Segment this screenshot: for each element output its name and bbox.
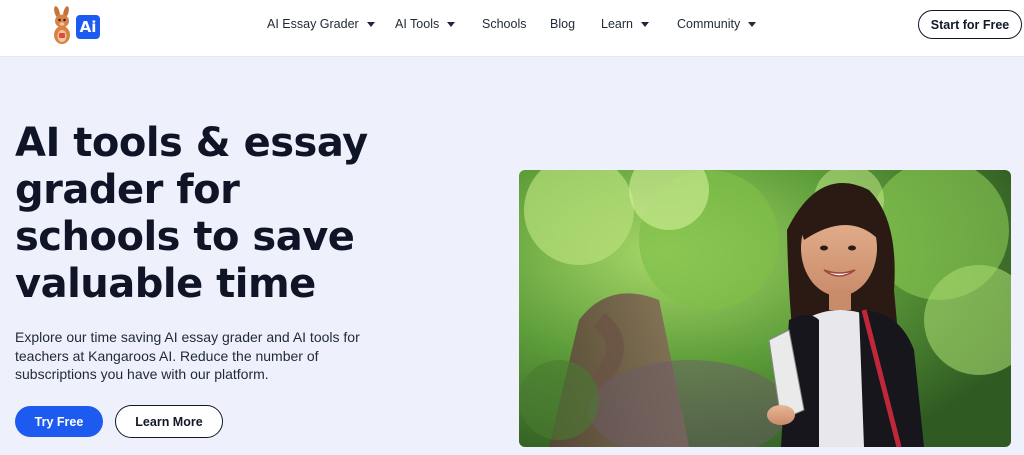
chevron-down-icon: [366, 22, 375, 27]
nav-item-ai-essay-grader[interactable]: AI Essay Grader: [267, 17, 375, 31]
nav-item-label: AI Tools: [395, 17, 440, 31]
nav-item-schools[interactable]: Schools: [482, 17, 526, 31]
kangaroo-mascot-icon: [54, 6, 70, 44]
nav-item-label: AI Essay Grader: [267, 17, 359, 31]
ai-logo-badge: Ai: [76, 15, 100, 39]
hero-title-line: valuable time: [15, 261, 316, 307]
chevron-down-icon: [640, 22, 649, 27]
learn-more-button[interactable]: Learn More: [115, 405, 223, 438]
hero-title-line: grader for: [15, 167, 240, 213]
nav-item-blog[interactable]: Blog: [550, 17, 575, 31]
nav-item-label: Community: [677, 17, 741, 31]
chevron-down-icon: [748, 22, 757, 27]
start-for-free-button[interactable]: Start for Free: [918, 10, 1022, 39]
nav-item-label: Blog: [550, 17, 576, 31]
hero-description: Explore our time saving AI essay grader …: [15, 329, 360, 382]
kangaroos-ai-logo[interactable]: Ai: [48, 6, 104, 46]
student-photo-illustration: [519, 170, 1011, 447]
hero-title: AI tools & essay grader for schools to s…: [15, 120, 435, 308]
nav-item-label: Schools: [482, 17, 527, 31]
hero-title-line: AI tools & essay: [15, 120, 368, 166]
hero-student-photo: [519, 170, 1011, 447]
nav-item-community[interactable]: Community: [677, 17, 757, 31]
hero-title-line: schools to save: [15, 214, 355, 260]
nav-item-learn[interactable]: Learn: [601, 17, 649, 31]
chevron-down-icon: [447, 22, 456, 27]
nav-item-ai-tools[interactable]: AI Tools: [395, 17, 456, 31]
top-navigation-bar: Ai AI Essay Grader AI Tools Schools Blog…: [0, 0, 1024, 57]
try-free-button[interactable]: Try Free: [15, 406, 103, 437]
nav-item-label: Learn: [601, 17, 633, 31]
